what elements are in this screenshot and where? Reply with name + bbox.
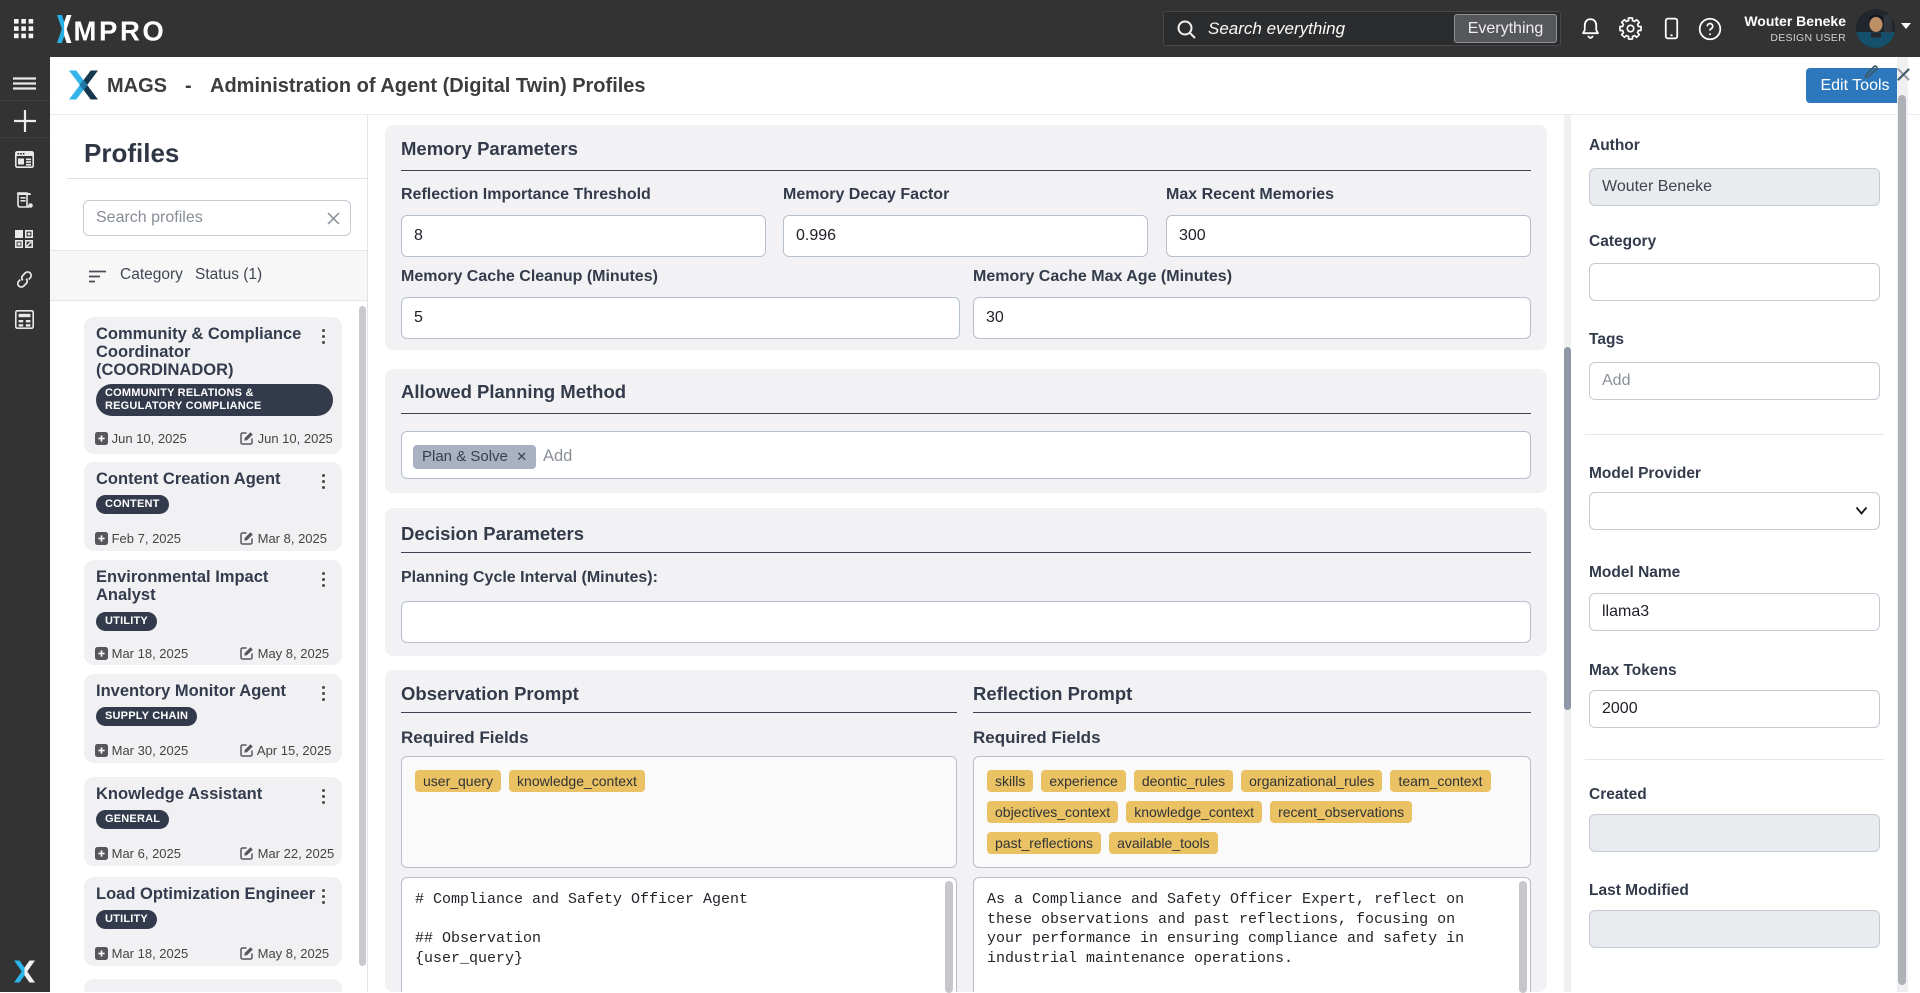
svg-text:MPRO: MPRO [74,16,167,45]
